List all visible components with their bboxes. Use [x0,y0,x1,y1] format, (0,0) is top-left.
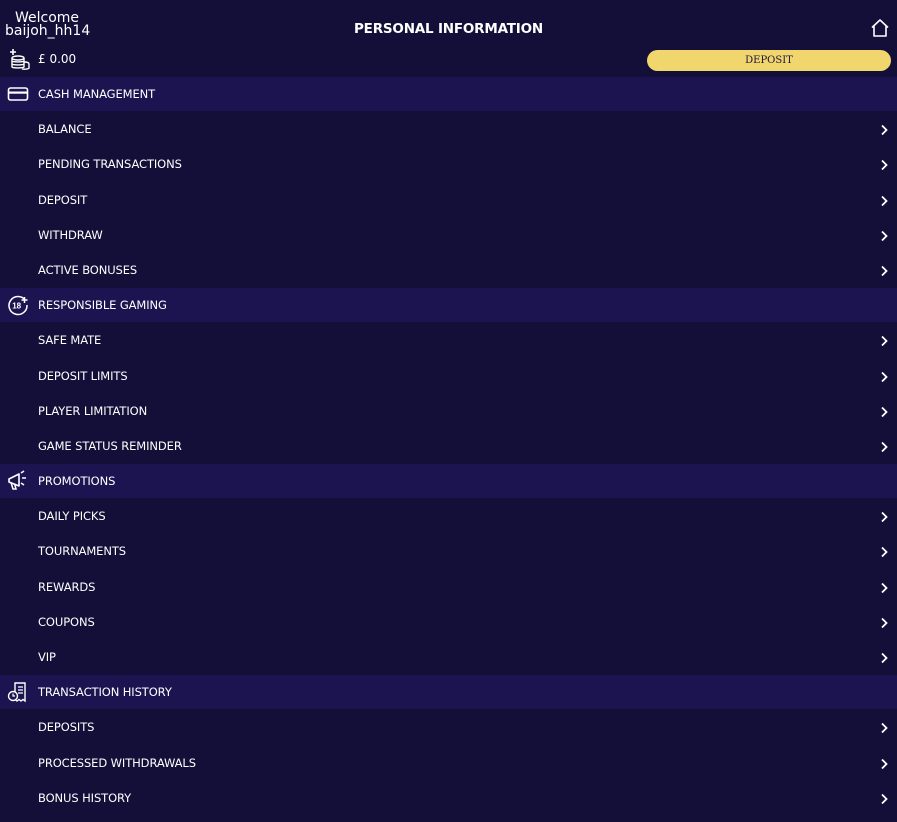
section-header-promotions: PROMOTIONS [0,464,897,499]
chevron-right-icon [881,793,888,804]
menu-item-label: DEPOSIT [38,192,88,207]
menu-item-label: DEPOSIT LIMITS [38,368,128,383]
page-title: PERSONAL INFORMATION [353,21,543,37]
chevron-right-icon [881,758,888,769]
menu-item-label: SAFE MATE [38,333,102,348]
menu-item-deposit[interactable]: DEPOSIT [0,183,897,218]
chevron-right-icon [881,441,888,453]
menu-item-player-limitation[interactable]: PLAYER LIMITATION [0,394,897,429]
menu-item-active-bonuses[interactable]: ACTIVE BONUSES [0,253,897,288]
chevron-right-icon [881,230,888,241]
section-title: RESPONSIBLE GAMING [38,298,167,313]
section-title: CASH MANAGEMENT [38,87,156,101]
menu-item-label: PLAYER LIMITATION [38,403,148,418]
credit-card-icon [7,87,29,101]
section-header-transaction-history: TRANSACTION HISTORY [0,675,897,710]
menu-item-label: COUPONS [38,614,95,629]
section-header-responsible-gaming: 18 RESPONSIBLE GAMING [0,288,897,323]
menu-item-balance[interactable]: BALANCE [0,112,897,147]
menu-item-bonus-history[interactable]: BONUS HISTORY [0,781,897,816]
header: Welcome baijoh_hh14 PERSONAL INFORMATION… [0,0,897,78]
menu-item-label: DEPOSITS [38,720,95,735]
chevron-right-icon [881,617,888,628]
section-header-cash-management: CASH MANAGEMENT [0,77,897,111]
menu-item-deposit-limits[interactable]: DEPOSIT LIMITS [0,359,897,394]
chevron-right-icon [881,336,888,347]
menu-item-label: GAME STATUS REMINDER [38,438,182,453]
menu-item-label: WITHDRAW [38,227,103,242]
chevron-right-icon [881,547,888,558]
menu-item-label: VIP [38,650,56,664]
menu-item-coupons[interactable]: COUPONS [0,605,897,640]
menu-item-label: ACTIVE BONUSES [38,262,138,277]
chevron-right-icon [881,652,888,664]
menu-item-label: PROCESSED WITHDRAWALS [38,755,196,770]
menu-item-pending-transactions[interactable]: PENDING TRANSACTIONS [0,147,897,182]
section-title: PROMOTIONS [38,474,116,489]
home-icon[interactable] [870,18,890,38]
menu-item-deposits[interactable]: DEPOSITS [0,710,897,745]
menu-item-label: BONUS HISTORY [38,790,132,805]
menu-item-rewards[interactable]: REWARDS [0,570,897,605]
menu-item-withdraw[interactable]: WITHDRAW [0,218,897,253]
chevron-right-icon [881,195,888,206]
chevron-right-icon [881,512,888,523]
menu-item-processed-withdrawals[interactable]: PROCESSED WITHDRAWALS [0,746,897,781]
megaphone-icon [8,470,26,490]
menu-item-tournaments[interactable]: TOURNAMENTS [0,534,897,569]
balance-value: £ 0.00 [38,52,77,66]
menu-item-label: BALANCE [38,122,92,137]
section-title: TRANSACTION HISTORY [38,685,172,700]
chevron-right-icon [881,371,888,382]
account-menu: CASH MANAGEMENT BALANCE PENDING TRANSACTIO… [0,77,897,816]
menu-item-label: REWARDS [38,579,96,594]
menu-item-game-status-reminder[interactable]: GAME STATUS REMINDER [0,429,897,464]
chevron-right-icon [881,406,888,417]
menu-item-label: PENDING TRANSACTIONS [38,157,182,172]
coins-icon [10,49,30,70]
svg-text:18: 18 [12,302,21,311]
menu-item-vip[interactable]: VIP [0,640,897,675]
menu-item-daily-picks[interactable]: DAILY PICKS [0,499,897,534]
chevron-right-icon [881,582,888,593]
deposit-button[interactable]: DEPOSIT [647,50,891,71]
menu-item-safe-mate[interactable]: SAFE MATE [0,323,897,358]
chevron-right-icon [881,125,888,136]
menu-item-label: TOURNAMENTS [38,544,126,559]
receipt-clock-icon [7,682,26,703]
chevron-right-icon [881,265,888,277]
age-18-icon: 18 [8,295,28,316]
chevron-right-icon [881,723,888,734]
menu-item-label: DAILY PICKS [38,509,106,524]
chevron-right-icon [881,160,888,171]
